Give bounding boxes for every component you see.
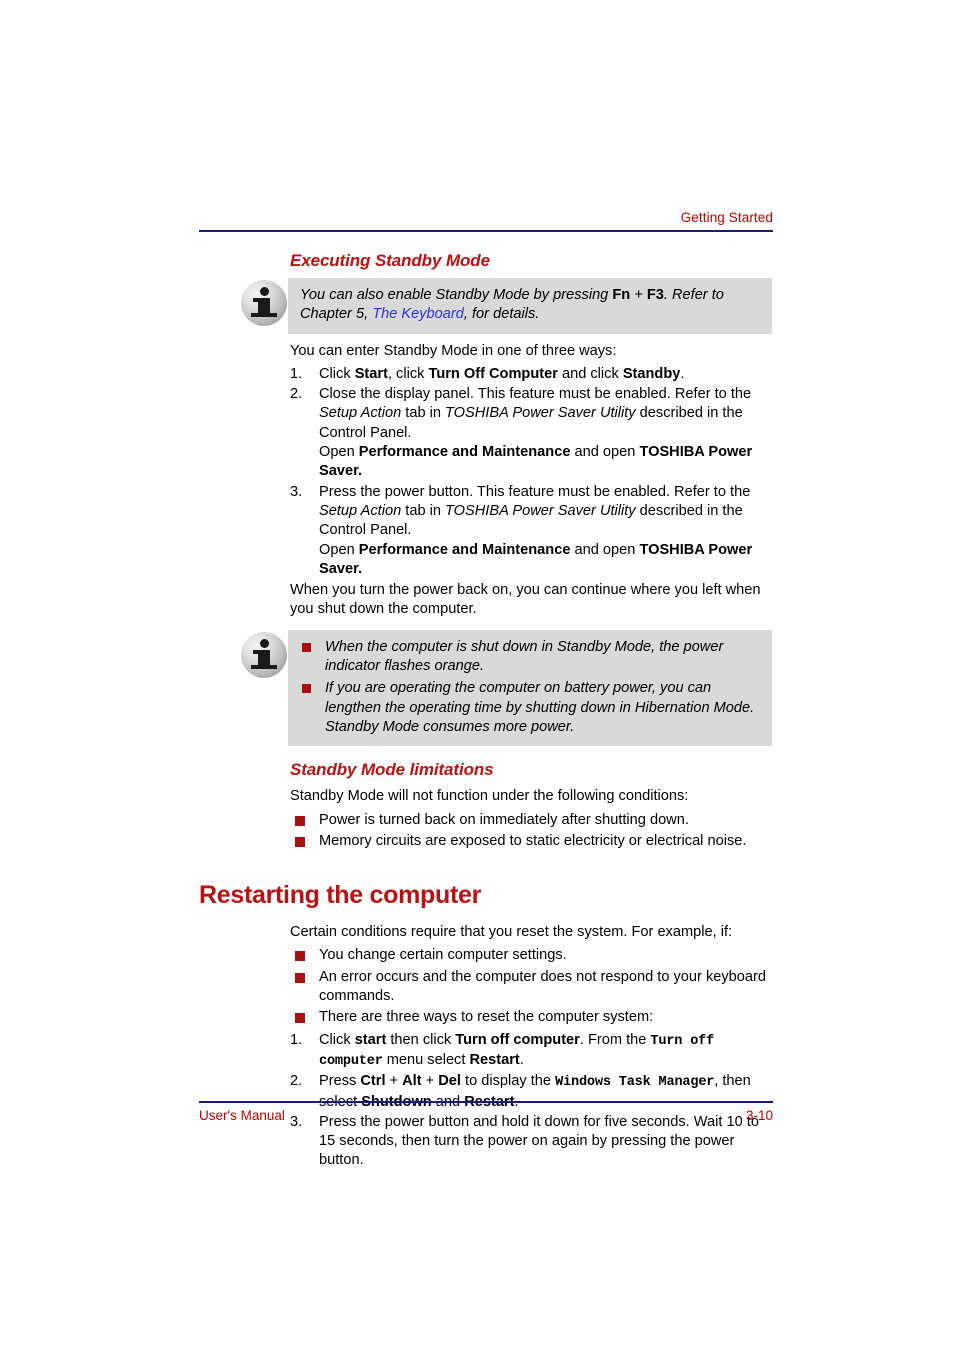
info-icon-dot — [259, 638, 269, 648]
list-item: You change certain computer settings. — [290, 946, 779, 965]
list-item: Memory circuits are exposed to static el… — [290, 832, 779, 851]
list-number: 2. — [290, 1073, 303, 1090]
page-footer: User's Manual 3-10 — [199, 1101, 773, 1124]
note-block-standby-hotkey: You can also enable Standby Mode by pres… — [199, 278, 779, 334]
list-item: 1. Click Start, click Turn Off Computer … — [290, 365, 779, 384]
restarting-intro: Certain conditions require that you rese… — [290, 924, 733, 941]
list-item: 3. Press the power button. This feature … — [290, 483, 779, 579]
heading-standby-mode-limitations: Standby Mode limitations — [290, 760, 494, 780]
standby-steps-list: 1. Click Start, click Turn Off Computer … — [290, 365, 779, 579]
list-text: Close the display panel. This feature mu… — [319, 386, 753, 480]
limitations-bullet-list: Power is turned back on immediately afte… — [290, 811, 779, 852]
footer-manual-label: User's Manual — [199, 1108, 285, 1123]
heading-restarting-the-computer: Restarting the computer — [199, 881, 482, 910]
note-bullet-list: When the computer is shut down in Standb… — [300, 638, 760, 737]
note-text-a: You can also enable Standby Mode by pres… — [300, 287, 613, 303]
document-page: Getting Started Executing Standby Mode Y… — [0, 0, 954, 1351]
page-header: Getting Started — [199, 210, 773, 232]
info-icon — [241, 280, 287, 326]
list-item: 2. Close the display panel. This feature… — [290, 385, 779, 481]
list-number: 3. — [290, 483, 303, 500]
list-number: 1. — [290, 1031, 303, 1048]
list-item: If you are operating the computer on bat… — [300, 679, 760, 737]
note-block-standby-tips: When the computer is shut down in Standb… — [199, 629, 779, 747]
restarting-body: Certain conditions require that you rese… — [290, 923, 779, 1171]
limitations-intro: Standby Mode will not function under the… — [290, 788, 689, 805]
list-item: An error occurs and the computer does no… — [290, 968, 779, 1007]
running-head: Getting Started — [680, 210, 773, 225]
note-box: When the computer is shut down in Standb… — [288, 629, 772, 747]
key-f3: F3 — [646, 287, 664, 303]
heading-executing-standby-mode: Executing Standby Mode — [290, 251, 490, 270]
note-text: You can also enable Standby Mode by pres… — [300, 286, 760, 325]
link-the-keyboard[interactable]: The Keyboard — [372, 306, 464, 322]
note-text-c: , for details. — [463, 306, 540, 323]
list-number: 2. — [290, 386, 303, 403]
list-item: When the computer is shut down in Standb… — [300, 638, 760, 677]
standby-closing: When you turn the power back on, you can… — [290, 582, 761, 618]
page-content: Executing Standby Mode You can also enab… — [199, 245, 779, 1172]
list-text: Click start then click Turn off computer… — [319, 1031, 715, 1069]
standby-body: You can enter Standby Mode in one of thr… — [290, 342, 779, 620]
key-fn: Fn — [612, 287, 631, 303]
standby-intro: You can enter Standby Mode in one of thr… — [290, 342, 617, 359]
info-icon-serif-bottom — [251, 664, 277, 669]
info-icon-dot — [259, 287, 269, 296]
list-item: Power is turned back on immediately afte… — [290, 811, 779, 830]
note-plus: + — [630, 287, 647, 303]
list-number: 1. — [290, 365, 303, 382]
info-icon — [241, 631, 287, 678]
page-number: 3-10 — [745, 1108, 773, 1123]
footer-row: User's Manual 3-10 — [199, 1103, 773, 1124]
list-text: Press the power button. This feature mus… — [319, 483, 753, 577]
list-item: 1. Click start then click Turn off compu… — [290, 1031, 779, 1072]
limitations-body: Standby Mode will not function under the… — [290, 787, 779, 851]
list-text: Click Start, click Turn Off Computer and… — [319, 365, 685, 382]
header-rule — [199, 230, 773, 232]
restarting-bullet-list: You change certain computer settings. An… — [290, 946, 779, 1027]
list-item: There are three ways to reset the comput… — [290, 1008, 779, 1027]
info-icon-serif-bottom — [251, 313, 277, 317]
note-box: You can also enable Standby Mode by pres… — [288, 278, 772, 334]
